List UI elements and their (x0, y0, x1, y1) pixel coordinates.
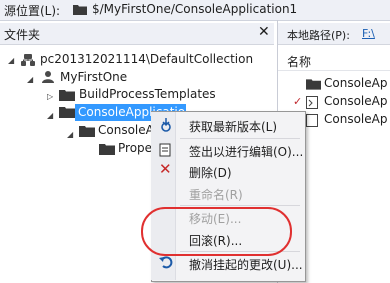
menu-separator (180, 138, 300, 139)
menu-item-get-latest[interactable]: 获取最新版本(L) (189, 118, 277, 135)
expand-arrow-icon[interactable]: ◢ (67, 131, 73, 139)
folder-icon (73, 5, 87, 15)
folder-pane-header (0, 23, 274, 45)
collapse-arrow-icon[interactable]: ▷ (47, 93, 53, 101)
tree-node-myfirstone[interactable]: MyFirstOne (60, 70, 127, 84)
column-header-name[interactable]: 名称 (287, 53, 311, 70)
menu-item-delete[interactable]: 删除(D) (189, 164, 232, 181)
folder-icon (59, 107, 75, 118)
tree-node-collection[interactable]: pc201312021114\DefaultCollection (40, 52, 253, 66)
folder-icon (79, 126, 95, 137)
delete-icon: ✕ (159, 160, 172, 178)
menu-item-checkout-for-edit[interactable]: 签出以进行编辑(O)... (189, 143, 303, 160)
file-list-item[interactable]: ConsoleAp (324, 94, 387, 108)
column-header-divider (278, 70, 390, 71)
folder-icon (59, 90, 75, 101)
tree-node-buildprocesstemplates[interactable]: BuildProcessTemplates (79, 87, 216, 101)
close-icon[interactable]: ✕ (258, 25, 270, 39)
folder-icon (99, 144, 115, 155)
menu-item-undo-pending-changes[interactable]: 撤消挂起的更改(U)... (189, 256, 303, 273)
expand-arrow-icon[interactable]: ◢ (8, 57, 14, 65)
pending-change-check-icon: ✓ (293, 95, 303, 108)
annotation-highlight-ellipse (141, 207, 292, 256)
file-icon (306, 114, 318, 127)
menu-separator (180, 205, 300, 206)
menu-item-rename[interactable]: 重命名(R) (189, 186, 243, 203)
source-location-label: 源位置(L): (4, 4, 61, 18)
checkout-icon (159, 143, 171, 157)
file-list-item[interactable]: ConsoleAp (324, 112, 387, 126)
file-list-item[interactable]: ConsoleAp (324, 76, 387, 90)
undo-icon (159, 256, 173, 269)
folder-icon (306, 79, 321, 90)
local-path-link[interactable]: F:\ (362, 27, 375, 40)
expand-arrow-icon[interactable]: ◢ (27, 76, 33, 84)
server-icon (21, 54, 35, 66)
expand-arrow-icon[interactable]: ◢ (47, 112, 53, 120)
team-project-icon (42, 71, 54, 83)
source-location-path[interactable]: $/MyFirstOne/ConsoleApplication1 (92, 2, 297, 16)
local-path-label: 本地路径(P): (287, 29, 350, 42)
folder-pane-title: 文件夹 (4, 28, 41, 42)
get-latest-icon (161, 118, 171, 132)
csproj-file-icon (306, 96, 318, 109)
